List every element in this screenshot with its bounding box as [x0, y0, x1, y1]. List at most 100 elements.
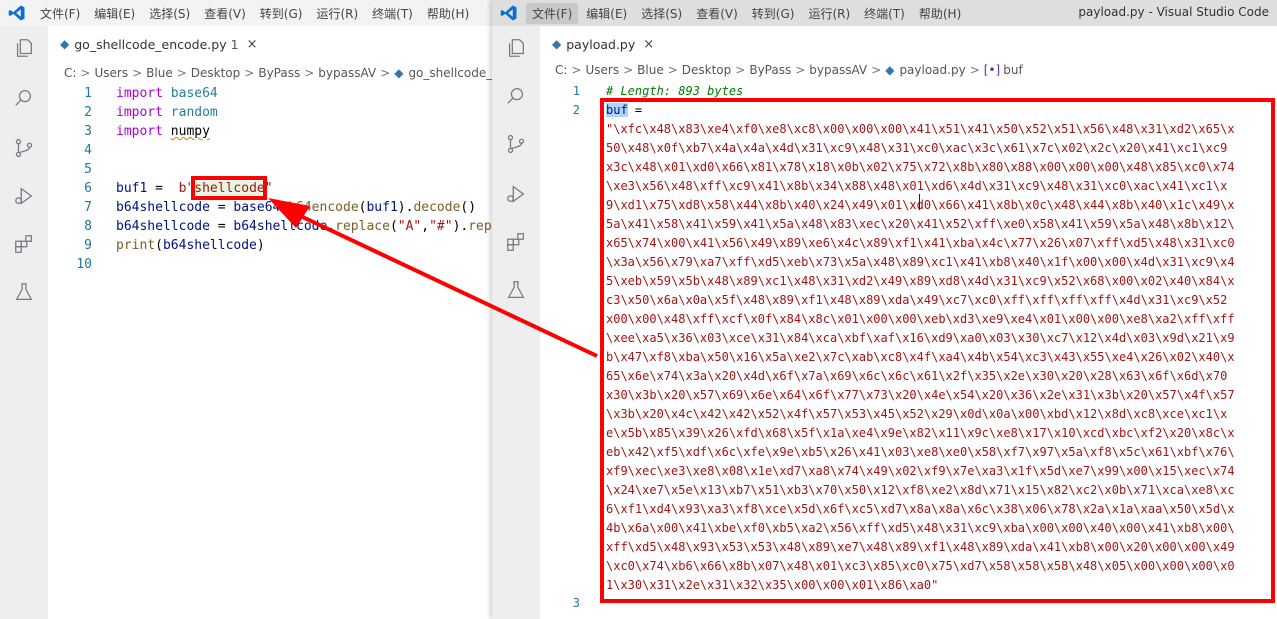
problems-count-badge: 1: [230, 36, 239, 52]
code-token: =: [209, 200, 234, 215]
code-token: "A": [397, 219, 422, 234]
chevron-right-icon: >: [176, 66, 187, 80]
testing-icon[interactable]: [504, 278, 528, 302]
menu-help[interactable]: 帮助(H): [421, 3, 475, 24]
menu-run[interactable]: 运行(R): [802, 3, 856, 24]
code-token: (: [155, 238, 163, 253]
right-activity-bar: [492, 26, 540, 619]
right-editor-window: 文件(F) 编辑(E) 选择(S) 查看(V) 转到(G) 运行(R) 终端(T…: [492, 0, 1277, 619]
breadcrumb-item[interactable]: Desktop: [682, 63, 732, 77]
breadcrumb-item[interactable]: Users: [585, 63, 619, 77]
menu-edit[interactable]: 编辑(E): [88, 3, 141, 24]
vscode-logo-icon[interactable]: [0, 0, 34, 26]
breadcrumb-item[interactable]: ByPass: [749, 63, 791, 77]
breadcrumb-item[interactable]: payload.py: [899, 63, 965, 77]
tab-payload[interactable]: ◆ payload.py ×: [540, 26, 666, 62]
python-file-icon: ◆: [552, 37, 562, 51]
left-code-editor[interactable]: 1 import base64 2 import random 3 import nump…: [48, 84, 492, 274]
code-token: numpy: [170, 124, 210, 139]
line-number: 5: [84, 162, 92, 177]
code-line: 8 b64shellcode = b64shellcode.replace("A"…: [48, 217, 492, 236]
shellcode-highlight-box: [191, 176, 267, 200]
menu-file[interactable]: 文件(F): [526, 2, 579, 24]
code-token: print: [116, 238, 156, 253]
payload-highlight-box: [600, 98, 1275, 603]
code-token: import: [116, 105, 171, 120]
breadcrumb-item[interactable]: ByPass: [258, 66, 300, 80]
left-activity-bar: [0, 26, 48, 619]
code-token: =: [209, 219, 234, 234]
code-token: ).: [397, 200, 414, 215]
tab-go-shellcode-encode[interactable]: ◆ go_shellcode_encode.py 1 ×: [48, 26, 269, 62]
chevron-right-icon: >: [304, 66, 315, 80]
code-token: ): [256, 238, 265, 253]
source-control-icon[interactable]: [504, 132, 528, 156]
menu-help[interactable]: 帮助(H): [913, 3, 967, 24]
code-token: buf1: [116, 181, 148, 196]
code-line: 3 import numpy: [48, 122, 492, 141]
menu-view[interactable]: 查看(V): [198, 3, 252, 24]
menu-edit[interactable]: 编辑(E): [580, 3, 633, 24]
menu-view[interactable]: 查看(V): [690, 3, 744, 24]
search-icon[interactable]: [12, 86, 36, 110]
breadcrumb-item[interactable]: Blue: [146, 66, 173, 80]
code-line: 5: [48, 160, 492, 179]
source-control-icon[interactable]: [12, 136, 36, 160]
extensions-icon[interactable]: [12, 232, 36, 256]
vscode-logo-icon[interactable]: [492, 0, 526, 26]
line-number: 3: [84, 124, 92, 139]
close-icon[interactable]: ×: [643, 37, 654, 52]
menu-run[interactable]: 运行(R): [310, 3, 364, 24]
chevron-right-icon: >: [80, 66, 91, 80]
breadcrumb-item[interactable]: go_shellcode_encode.py: [408, 66, 492, 80]
line-number: 1: [572, 84, 580, 98]
menu-go[interactable]: 转到(G): [746, 3, 801, 24]
line-number: 8: [84, 219, 92, 234]
code-line: 6 buf1 = b"shellcode": [48, 179, 492, 198]
code-token: repl: [468, 219, 492, 234]
right-tab-bar: ◆ payload.py ×: [540, 26, 1277, 62]
breadcrumb-item[interactable]: Blue: [637, 63, 664, 77]
tab-label: go_shellcode_encode.py: [74, 36, 227, 52]
breadcrumb-item[interactable]: Desktop: [191, 66, 241, 80]
explorer-icon[interactable]: [12, 36, 36, 60]
code-token: b64shellcode: [116, 200, 210, 215]
menu-file[interactable]: 文件(F): [34, 3, 86, 24]
breadcrumb-item[interactable]: C:: [64, 66, 76, 80]
line-number: 2: [84, 105, 92, 120]
menu-selection[interactable]: 选择(S): [143, 3, 196, 24]
code-token: replace: [335, 219, 390, 234]
code-token: base64: [233, 200, 281, 215]
chevron-right-icon: >: [623, 63, 634, 77]
code-line: 1 import base64: [48, 84, 492, 103]
menu-selection[interactable]: 选择(S): [635, 3, 688, 24]
breadcrumb-item[interactable]: buf: [1003, 63, 1022, 77]
breadcrumb-item[interactable]: C:: [555, 63, 567, 77]
explorer-icon[interactable]: [504, 36, 528, 60]
code-token: base64: [170, 86, 218, 101]
code-line: 2 import random: [48, 103, 492, 122]
breadcrumb-item[interactable]: bypassAV: [318, 66, 376, 80]
code-token: b64encode: [288, 200, 359, 215]
chevron-right-icon: >: [969, 63, 980, 77]
breadcrumb: C: > Users > Blue > Desktop > ByPass > bypassAV > ◆ p…: [555, 63, 1277, 83]
code-token: decode: [413, 200, 461, 215]
run-debug-icon[interactable]: [504, 182, 528, 206]
search-icon[interactable]: [504, 84, 528, 108]
menu-terminal[interactable]: 终端(T): [366, 3, 419, 24]
line-number: 9: [84, 238, 92, 253]
line-number: 4: [84, 143, 92, 158]
window-title: payload.py - Visual Studio Code: [1078, 5, 1269, 19]
breadcrumb-item[interactable]: bypassAV: [809, 63, 867, 77]
code-token: b64shellcode: [233, 219, 328, 234]
extensions-icon[interactable]: [504, 230, 528, 254]
line-number: 6: [84, 181, 92, 196]
menu-terminal[interactable]: 终端(T): [858, 3, 911, 24]
run-debug-icon[interactable]: [12, 184, 36, 208]
testing-icon[interactable]: [12, 280, 36, 304]
menu-go[interactable]: 转到(G): [254, 3, 309, 24]
close-icon[interactable]: ×: [247, 37, 258, 52]
code-token: import: [116, 124, 171, 139]
code-token: b64shellcode: [162, 238, 257, 253]
breadcrumb-item[interactable]: Users: [94, 66, 128, 80]
